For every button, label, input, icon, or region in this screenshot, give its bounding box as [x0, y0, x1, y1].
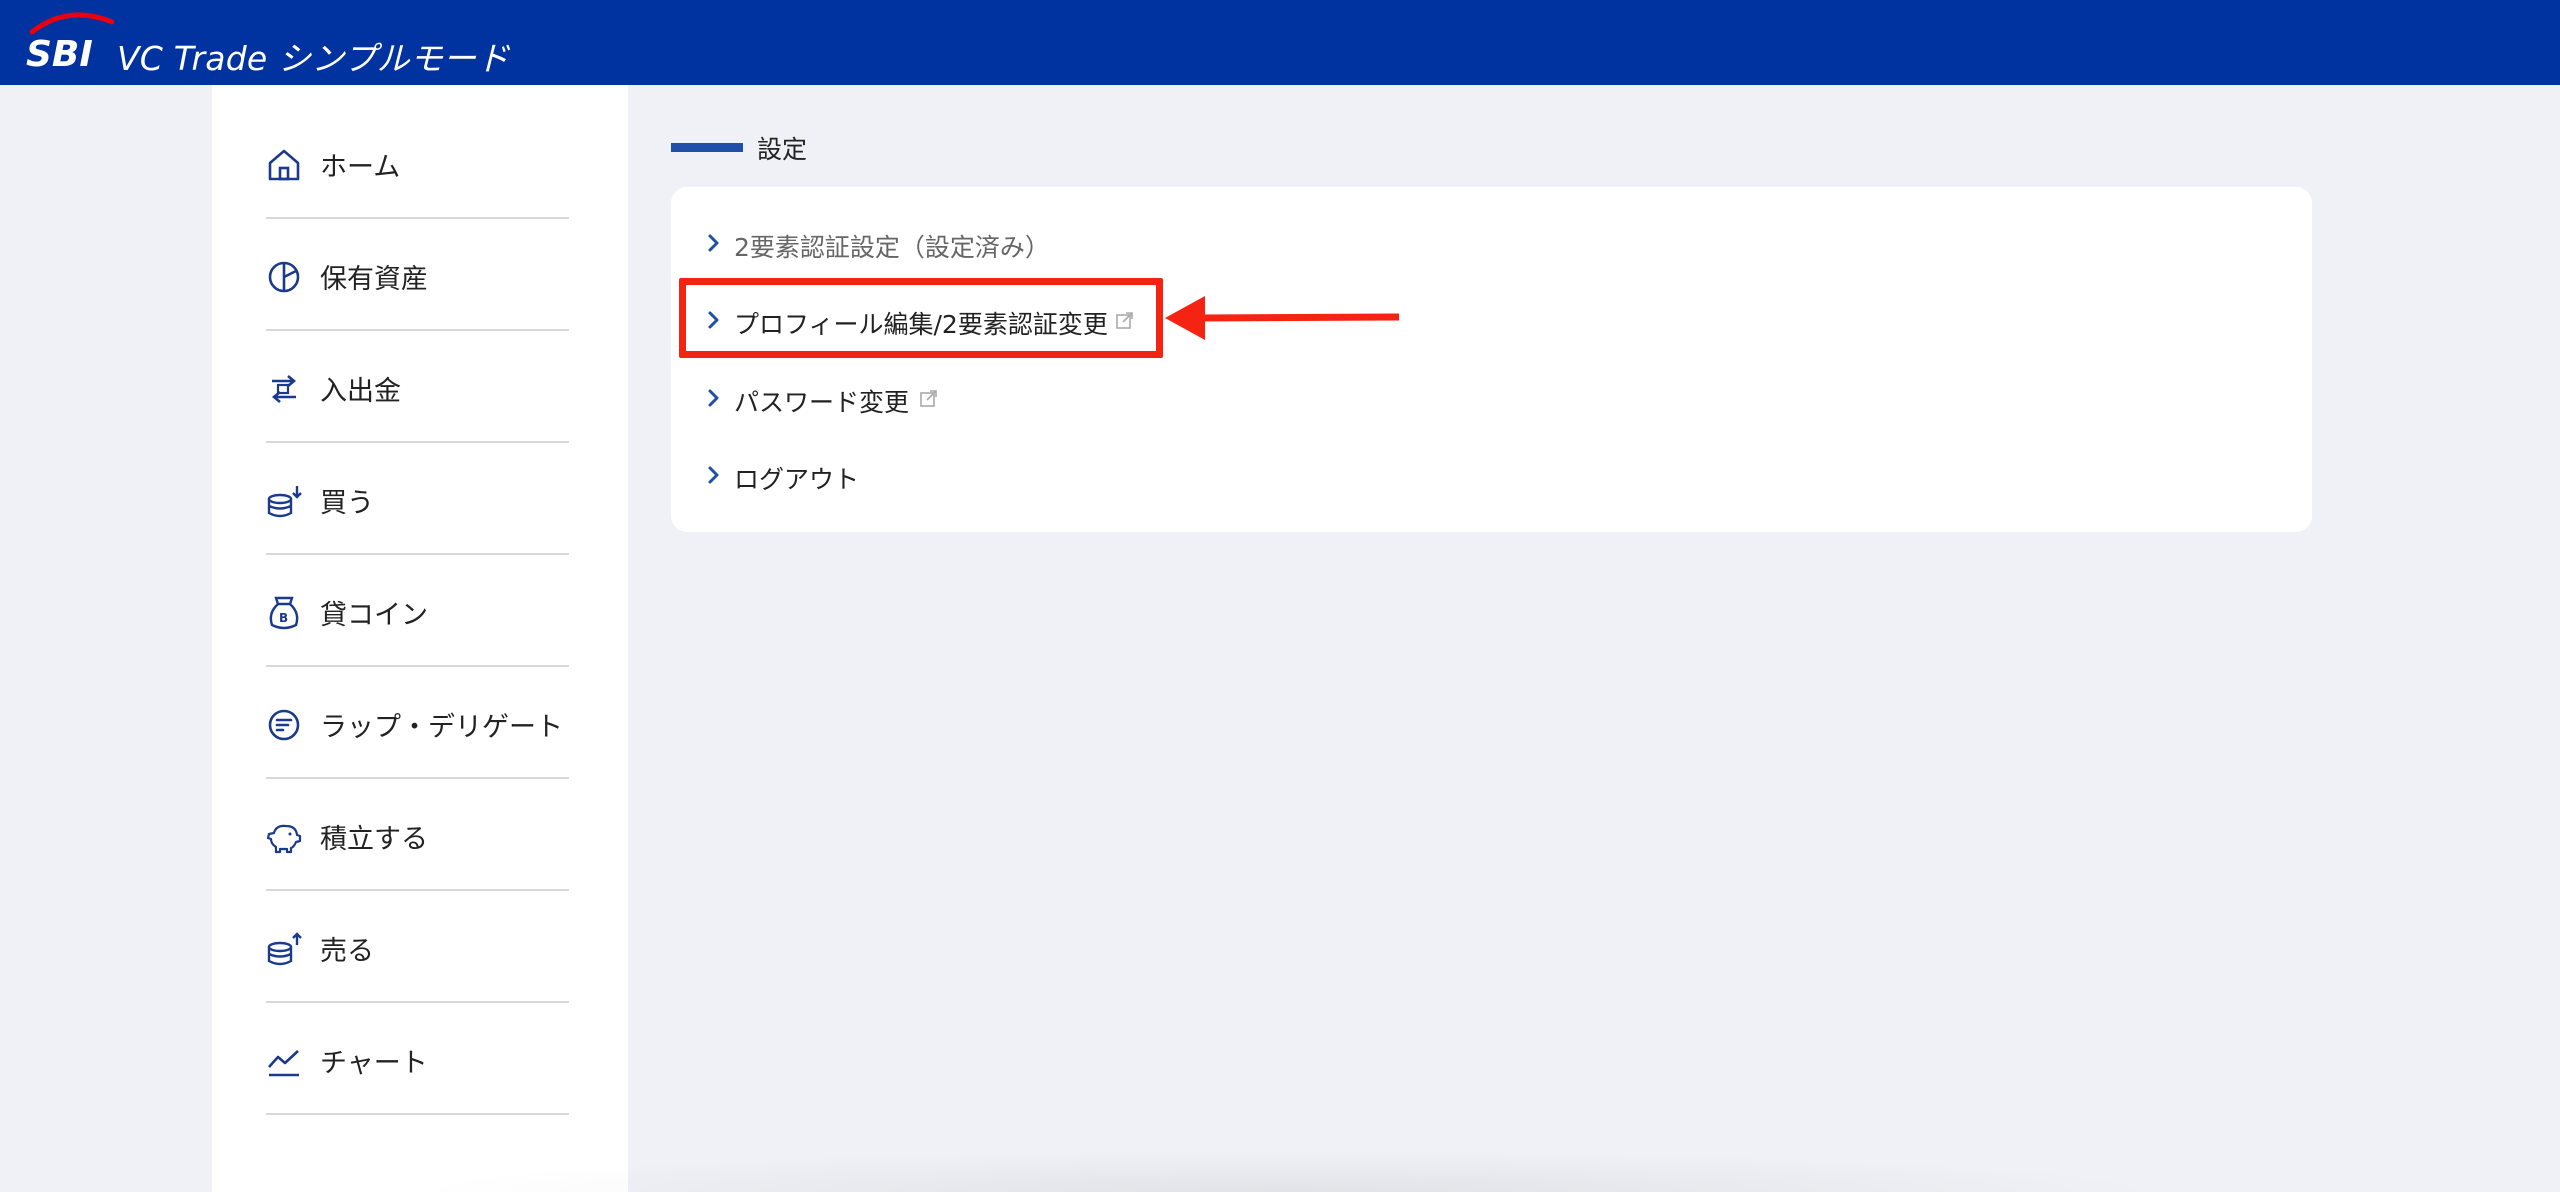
piggy-bank-icon	[266, 824, 302, 854]
sidebar-item-sell[interactable]: 売る	[266, 891, 569, 1003]
sidebar-item-label: ホーム	[320, 152, 401, 183]
chevron-right-icon	[708, 389, 719, 407]
menu-item-label: 2要素認証設定（設定済み）	[734, 233, 1050, 262]
logout-link[interactable]: ログアウト	[707, 453, 907, 497]
svg-text:B: B	[279, 611, 288, 625]
chevron-right-icon	[708, 234, 719, 252]
annotation-arrow-icon	[1165, 296, 1400, 340]
sidebar-item-chart[interactable]: チャート	[266, 1003, 569, 1115]
menu-item-label: ログアウト	[734, 465, 860, 494]
sidebar-item-label: 積立する	[320, 824, 428, 855]
pie-chart-icon	[268, 261, 300, 293]
wrap-icon	[268, 709, 300, 741]
sidebar-item-label: 売る	[320, 936, 374, 967]
sidebar-item-accumulate[interactable]: 積立する	[266, 779, 569, 891]
settings-card: 2要素認証設定（設定済み） プロフィール編集/2要素認証変更 パスワード変更 ロ…	[671, 187, 2312, 532]
sbi-logo[interactable]: SBI	[18, 10, 114, 72]
sidebar-item-label: 保有資産	[320, 264, 428, 295]
menu-item-label: パスワード変更	[734, 388, 910, 417]
sidebar-item-assets[interactable]: 保有資産	[266, 219, 569, 331]
sidebar-item-wrap-delegate[interactable]: ラップ・デリゲート	[266, 667, 569, 779]
transfer-icon	[271, 375, 297, 403]
logo-text: SBI	[26, 34, 93, 72]
sidebar-item-lending[interactable]: B 貸コイン	[266, 555, 569, 667]
sidebar-item-home[interactable]: ホーム	[266, 107, 569, 219]
sidebar-item-deposit-withdraw[interactable]: 入出金	[266, 331, 569, 443]
sidebar-item-label: チャート	[320, 1048, 428, 1079]
external-link-icon	[920, 390, 937, 407]
section-title-accent	[671, 143, 743, 152]
sidebar-item-buy[interactable]: 買う	[266, 443, 569, 555]
sell-coins-icon	[267, 932, 302, 966]
home-icon	[268, 149, 300, 181]
password-change-link[interactable]: パスワード変更	[707, 376, 977, 420]
annotation-highlight-box	[679, 278, 1163, 358]
app-title: VC Trade シンプルモード	[117, 39, 510, 78]
sidebar-item-label: 入出金	[320, 376, 401, 407]
bottom-shadow	[400, 1150, 2180, 1192]
sidebar: ホーム 保有資産 入出金 買う B 貸コイン ラップ・デリゲート 積立する 売る…	[212, 85, 628, 1192]
sidebar-item-label: 貸コイン	[320, 600, 428, 631]
buy-coins-icon	[267, 486, 302, 518]
two-factor-settings-link[interactable]: 2要素認証設定（設定済み）	[707, 221, 1067, 265]
sidebar-item-label: ラップ・デリゲート	[320, 712, 563, 743]
chevron-right-icon	[708, 466, 719, 484]
chart-line-icon	[268, 1050, 299, 1077]
page-title: 設定	[757, 135, 808, 164]
sidebar-item-label: 買う	[320, 488, 374, 519]
top-bar: SBI VC Trade シンプルモード	[0, 0, 2560, 85]
money-bag-icon: B	[269, 596, 299, 630]
